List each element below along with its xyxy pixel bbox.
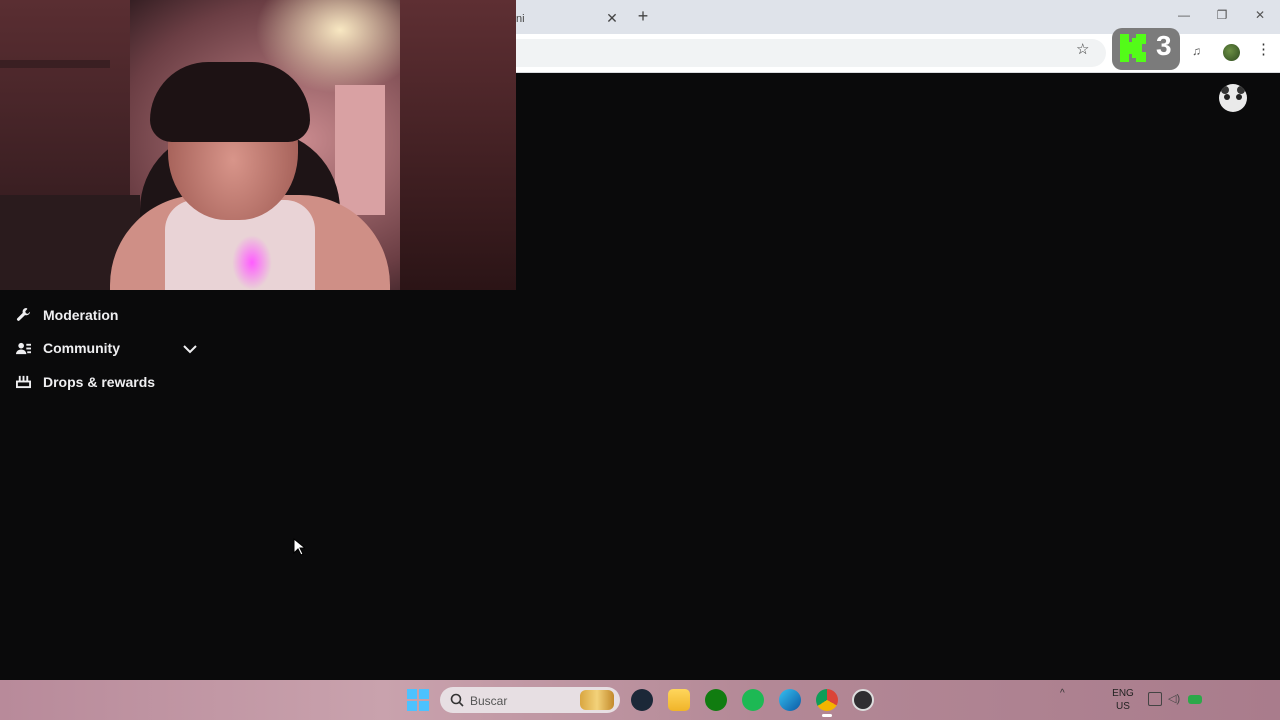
language-indicator[interactable]: ENG US	[1112, 687, 1134, 713]
restore-button[interactable]: ❐	[1211, 8, 1233, 26]
webcam-shelf	[0, 60, 110, 68]
webcam-rgb-light	[232, 235, 272, 290]
steam-icon[interactable]	[631, 689, 653, 711]
edge-icon[interactable]	[779, 689, 801, 711]
sidebar-item-label: Community	[43, 340, 120, 357]
spotify-icon[interactable]	[742, 689, 764, 711]
xbox-icon[interactable]	[705, 689, 727, 711]
tray-overflow-icon[interactable]: ^	[1060, 688, 1065, 699]
chevron-down-icon[interactable]	[182, 342, 198, 356]
address-bar[interactable]	[516, 39, 1106, 67]
tab-title: ni	[516, 13, 525, 25]
browser-menu-icon[interactable]: ⋮	[1256, 40, 1271, 58]
sidebar-item-label: Drops & rewards	[43, 373, 156, 390]
webcam-person-hair	[150, 62, 310, 142]
chrome-icon[interactable]	[816, 689, 838, 717]
community-icon	[16, 341, 31, 356]
sidebar-item-drops-rewards[interactable]: Drops & rewards	[0, 365, 220, 399]
battery-icon[interactable]	[1188, 695, 1202, 704]
wrench-icon	[16, 307, 31, 322]
browser-tab[interactable]: ni ✕	[516, 4, 626, 34]
network-icon[interactable]	[1148, 692, 1162, 706]
avatar-eyes	[1224, 94, 1242, 100]
sidebar-item-label: Moderation	[43, 306, 119, 323]
webcam-overlay	[0, 0, 516, 290]
bookmark-star-icon[interactable]: ☆	[1076, 40, 1089, 58]
close-window-button[interactable]: ✕	[1249, 8, 1271, 26]
windows-taskbar: Buscar ^ ENG US ◁)	[0, 680, 1280, 720]
user-avatar[interactable]	[1219, 84, 1247, 112]
webcam-right-wall	[400, 0, 516, 290]
mouse-pointer-icon	[293, 538, 305, 556]
avatar-ears	[1221, 86, 1245, 94]
language-code: ENG	[1112, 688, 1134, 699]
region-code: US	[1116, 701, 1130, 712]
kick-badge-number: 3	[1156, 30, 1172, 61]
search-placeholder: Buscar	[470, 694, 508, 708]
windows-start-icon[interactable]	[407, 689, 429, 711]
file-explorer-icon[interactable]	[668, 689, 690, 711]
sidebar-item-community[interactable]: Community	[0, 332, 220, 366]
search-highlight-image	[580, 690, 614, 710]
browser-toolbar: ☆ 3 ♫ ⋮	[516, 28, 1280, 73]
webcam-door	[335, 85, 385, 215]
creator-sidebar: Moderation Community Drops & rewards	[0, 298, 220, 399]
volume-icon[interactable]: ◁)	[1168, 692, 1182, 706]
media-control-icon[interactable]: ♫	[1192, 44, 1201, 58]
new-tab-button[interactable]: +	[634, 7, 652, 25]
kick-logo-icon	[1120, 34, 1146, 62]
profile-avatar-icon[interactable]	[1223, 44, 1240, 61]
sidebar-item-moderation[interactable]: Moderation	[0, 298, 220, 332]
minimize-button[interactable]: —	[1173, 8, 1195, 26]
taskbar-search-box[interactable]: Buscar	[440, 687, 620, 713]
search-icon	[450, 693, 464, 707]
obs-icon[interactable]	[852, 689, 874, 711]
drops-icon	[16, 374, 31, 389]
kick-extension-button[interactable]: 3	[1112, 28, 1180, 70]
tab-close-icon[interactable]: ✕	[604, 10, 620, 26]
